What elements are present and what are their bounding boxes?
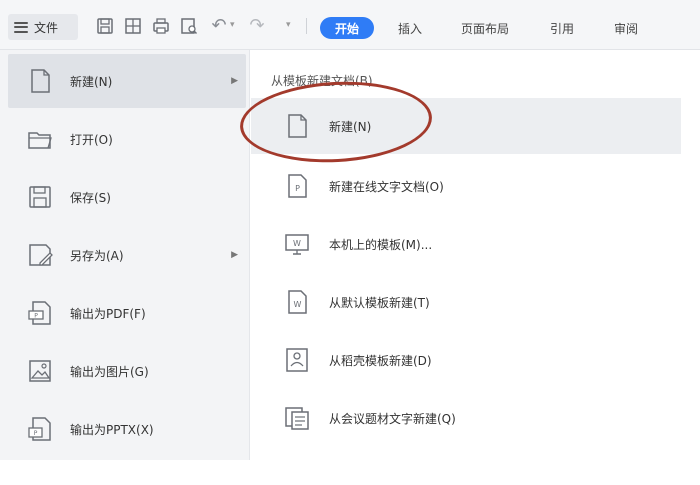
redo-icon[interactable]: ↷ [246,15,268,37]
preview-icon[interactable] [178,15,200,37]
menu-item-export-image[interactable]: 输出为图片(G) [8,344,246,398]
save-as-icon [29,244,53,266]
export-pptx-icon: P [28,417,51,441]
export-image-icon [29,360,51,382]
menu-item-label: 另存为(A) [70,248,124,263]
submenu-item-label: 从会议题材文字新建(Q) [329,412,456,426]
submenu-header[interactable]: 从模板新建文档(B) [271,72,373,89]
undo-dropdown-icon[interactable]: ▾ [230,20,235,30]
svg-text:W: W [294,300,302,309]
tab-review[interactable]: 审阅 [604,17,648,39]
chevron-right-icon: ▶ [231,76,238,86]
svg-text:P: P [34,313,38,320]
menu-item-label: 输出为图片(G) [70,364,149,379]
submenu-item-meeting-doc[interactable]: 从会议题材文字新建(Q) [251,390,681,446]
tab-references[interactable]: 引用 [540,17,584,39]
tab-home[interactable]: 开始 [320,17,374,39]
menu-item-export-pdf[interactable]: P 输出为PDF(F) [8,286,246,340]
submenu-item-new-online[interactable]: P 新建在线文字文档(O) [251,158,681,214]
svg-text:P: P [295,184,300,193]
svg-text:W: W [293,239,301,248]
new-submenu-panel: 从模板新建文档(B) 新建(N) P 新建在线文字文档(O) W 本机上的模板(… [251,50,681,460]
tab-page-layout[interactable]: 页面布局 [450,17,520,39]
menu-item-new[interactable]: 新建(N) ▶ [8,54,246,108]
menu-item-open[interactable]: 打开(O) [8,112,246,166]
save-icon[interactable] [94,15,116,37]
submenu-item-default-template[interactable]: W 从默认模板新建(T) [251,274,681,330]
menu-item-label: 打开(O) [70,132,113,147]
docer-template-icon [286,348,308,372]
folder-open-icon [28,132,52,149]
menu-item-label: 输出为PPTX(X) [70,422,154,437]
menu-item-save[interactable]: 保存(S) [8,170,246,224]
blank-doc-icon [288,114,307,138]
submenu-item-label: 新建(N) [329,120,372,134]
menu-item-save-as[interactable]: 另存为(A) ▶ [8,228,246,282]
submenu-item-label: 新建在线文字文档(O) [329,180,444,194]
chevron-right-icon: ▶ [231,250,238,260]
toolbar-divider [306,18,307,34]
export-pdf-icon: P [28,301,51,325]
print-icon[interactable] [150,15,172,37]
hamburger-icon [14,21,28,33]
save-icon [29,186,51,208]
export-icon[interactable] [122,15,144,37]
file-menu-button[interactable]: 文件 [8,14,78,40]
submenu-item-docer-template[interactable]: 从稻壳模板新建(D) [251,332,681,388]
submenu-item-local-template[interactable]: W 本机上的模板(M)... [251,216,681,272]
default-template-icon: W [288,290,307,314]
submenu-item-label: 从稻壳模板新建(D) [329,354,432,368]
meeting-doc-icon [285,407,309,430]
online-doc-icon: P [288,174,307,198]
undo-icon[interactable]: ↶ [208,15,230,37]
file-menu-panel: 新建(N) ▶ 打开(O) 保存(S) 另存为(A) ▶ P 输出为PDF(F)… [0,50,250,460]
svg-text:P: P [34,430,38,437]
submenu-item-new-blank[interactable]: 新建(N) [251,98,681,154]
file-menu-label: 文件 [34,20,59,35]
local-template-icon: W [285,234,309,255]
menu-item-export-pptx[interactable]: P 输出为PPTX(X) [8,402,246,456]
tab-insert[interactable]: 插入 [388,17,432,39]
menu-item-label: 输出为PDF(F) [70,306,146,321]
menu-item-label: 新建(N) [70,74,113,89]
top-toolbar: 文件 ↶ ▾ ↷ ▾ 开始 插入 页面布局 引用 审阅 [0,0,700,50]
submenu-item-label: 本机上的模板(M)... [329,238,433,252]
submenu-item-label: 从默认模板新建(T) [329,296,430,310]
menu-item-label: 保存(S) [70,190,111,205]
more-icon[interactable]: ▾ [286,20,291,30]
new-file-icon [31,69,50,93]
